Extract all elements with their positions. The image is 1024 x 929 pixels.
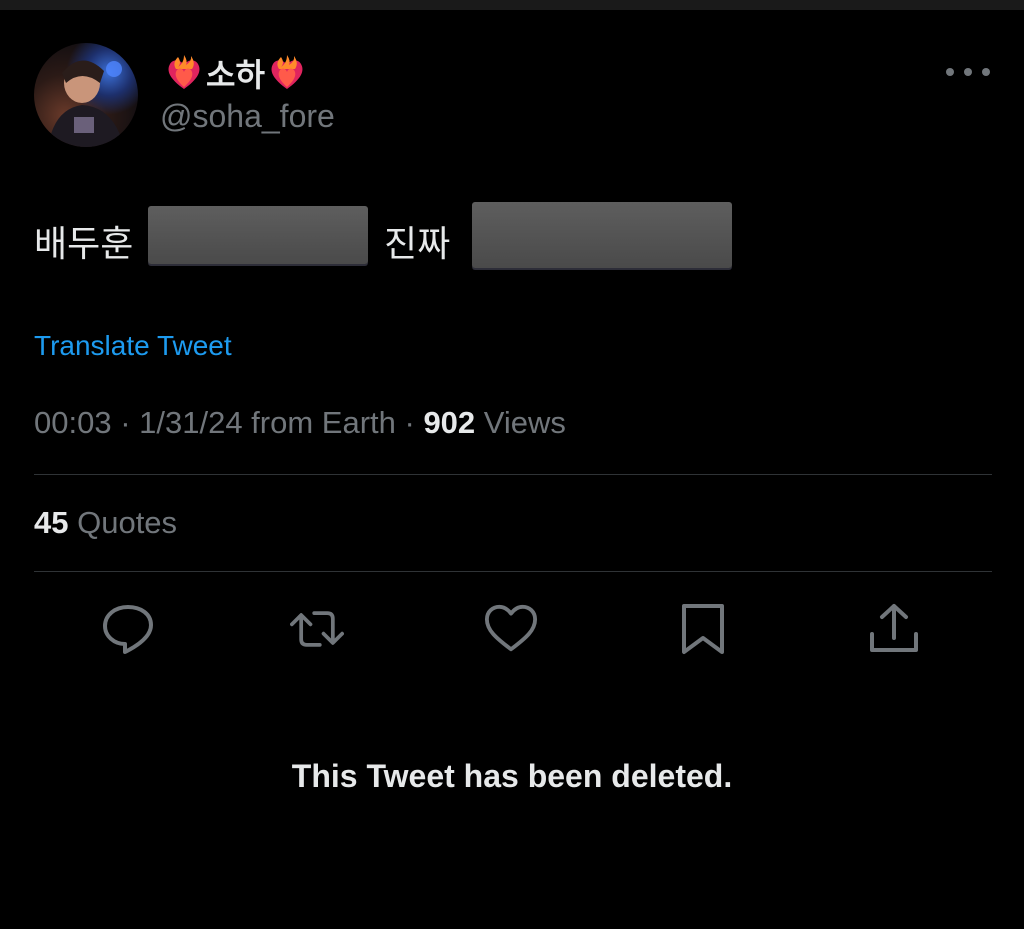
tweet-text-part: 배두훈 [34, 224, 134, 265]
bookmark-icon[interactable] [676, 602, 730, 656]
timestamp: 00:03 · 1/31/24 from Earth · [34, 405, 424, 440]
more-options-icon[interactable] [946, 60, 990, 84]
avatar-photo [48, 60, 124, 147]
avatar[interactable] [34, 43, 138, 147]
deleted-notice: This Tweet has been deleted. [291, 758, 733, 794]
heart-on-fire-icon [168, 55, 200, 89]
redaction-box [472, 202, 732, 268]
divider [34, 571, 992, 572]
quotes-stat[interactable]: 45 Quotes [34, 505, 177, 541]
status-bar-strip [0, 0, 1024, 10]
divider [34, 474, 992, 475]
redaction-box [148, 206, 368, 264]
views-count: 902 [423, 405, 476, 440]
quotes-label: Quotes [68, 505, 178, 540]
quotes-count: 45 [34, 505, 69, 540]
display-name-text: 소하 [206, 56, 265, 94]
retweet-icon[interactable] [290, 602, 344, 656]
heart-on-fire-icon [271, 55, 303, 89]
views-label: Views [475, 405, 566, 440]
tweet-text-part: 진짜 [384, 224, 451, 265]
tweet-metadata: 00:03 · 1/31/24 from Earth · 902 Views [34, 405, 566, 441]
display-name[interactable]: 소하 [162, 50, 309, 96]
like-icon[interactable] [484, 602, 538, 656]
reply-icon[interactable] [101, 602, 155, 656]
user-handle[interactable]: @soha_fore [160, 98, 335, 135]
share-icon[interactable] [867, 602, 921, 656]
translate-tweet-link[interactable]: Translate Tweet [34, 330, 232, 362]
